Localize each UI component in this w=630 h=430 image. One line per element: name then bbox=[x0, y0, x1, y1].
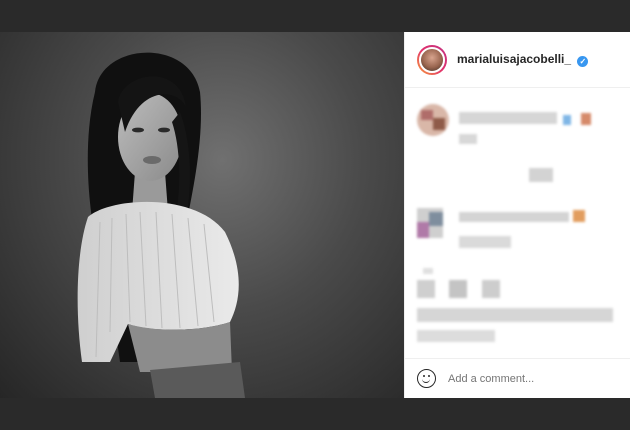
comment-1-censored-meta bbox=[459, 134, 477, 144]
username-text[interactable]: marialuisajacobelli_ bbox=[457, 52, 571, 66]
add-comment-bar bbox=[405, 358, 630, 398]
post-photo[interactable] bbox=[0, 32, 404, 398]
censored-divider-dot bbox=[423, 268, 433, 274]
comment-2-censored-username bbox=[459, 212, 569, 222]
comment-1-censored-username bbox=[459, 112, 557, 124]
verified-check-glyph: ✓ bbox=[579, 57, 587, 66]
comment-2-censored-emoji bbox=[573, 210, 585, 222]
post-side-panel: marialuisajacobelli_ ✓ bbox=[404, 32, 630, 398]
timestamp-censored bbox=[417, 330, 495, 342]
verified-badge-icon: ✓ bbox=[577, 56, 589, 67]
action-icons-censored[interactable] bbox=[417, 280, 500, 303]
emoji-smiley-icon[interactable] bbox=[417, 369, 436, 388]
username-link[interactable]: marialuisajacobelli_ ✓ bbox=[457, 52, 589, 67]
avatar[interactable] bbox=[419, 46, 445, 73]
comment-avatar-1[interactable] bbox=[417, 104, 449, 136]
bottom-frame-strip bbox=[0, 398, 630, 430]
post-header: marialuisajacobelli_ ✓ bbox=[405, 32, 630, 88]
likes-censored bbox=[417, 308, 613, 322]
comment-2-censored-meta bbox=[459, 236, 511, 248]
comment-input[interactable] bbox=[448, 372, 598, 385]
portrait-image bbox=[77, 52, 245, 398]
comment-avatar-2[interactable] bbox=[417, 208, 443, 238]
comment-1-censored-reply bbox=[529, 168, 553, 182]
instagram-post: marialuisajacobelli_ ✓ bbox=[0, 32, 630, 398]
top-frame-strip bbox=[0, 0, 630, 32]
comment-1-censored-emoji bbox=[563, 112, 592, 130]
avatar-story-ring[interactable] bbox=[417, 44, 447, 75]
